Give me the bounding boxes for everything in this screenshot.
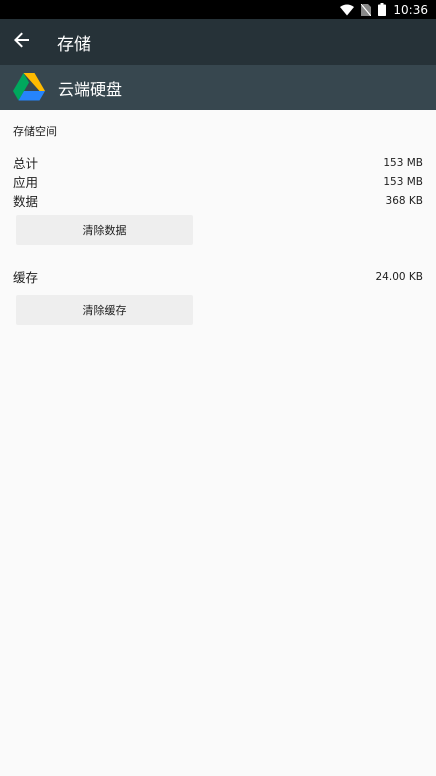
toolbar: 存储	[0, 19, 436, 65]
cache-label: 缓存	[13, 270, 39, 285]
clear-cache-button[interactable]: 清除缓存	[16, 295, 193, 325]
cache-value: 24.00 KB	[375, 271, 424, 283]
storage-row-label: 应用	[13, 175, 39, 190]
cache-row: 缓存 24.00 KB	[13, 268, 423, 287]
storage-section-title: 存储空间	[13, 125, 57, 138]
storage-row-app: 应用 153 MB	[13, 173, 423, 192]
status-time: 10:36	[393, 2, 428, 17]
storage-row-value: 368 KB	[385, 195, 423, 207]
no-sim-icon	[361, 3, 372, 16]
wifi-icon	[340, 4, 355, 16]
back-arrow-icon	[14, 32, 30, 52]
clear-data-button[interactable]: 清除数据	[16, 215, 193, 245]
storage-row-label: 总计	[13, 156, 39, 171]
storage-rows: 总计 153 MB 应用 153 MB 数据 368 KB	[13, 154, 423, 211]
storage-row-total: 总计 153 MB	[13, 154, 423, 173]
app-header: 云端硬盘	[0, 65, 436, 110]
storage-row-value: 153 MB	[383, 176, 423, 188]
storage-row-data: 数据 368 KB	[13, 192, 423, 211]
battery-icon	[378, 3, 387, 16]
status-bar: 10:36	[0, 0, 436, 19]
storage-content: 存储空间 总计 153 MB 应用 153 MB 数据 368 KB 清除数据 …	[0, 125, 436, 325]
storage-row-label: 数据	[13, 194, 39, 209]
storage-row-value: 153 MB	[383, 157, 423, 169]
google-drive-icon	[13, 72, 45, 104]
app-name: 云端硬盘	[58, 79, 123, 99]
page-title: 存储	[57, 34, 91, 55]
back-button[interactable]	[0, 19, 44, 65]
